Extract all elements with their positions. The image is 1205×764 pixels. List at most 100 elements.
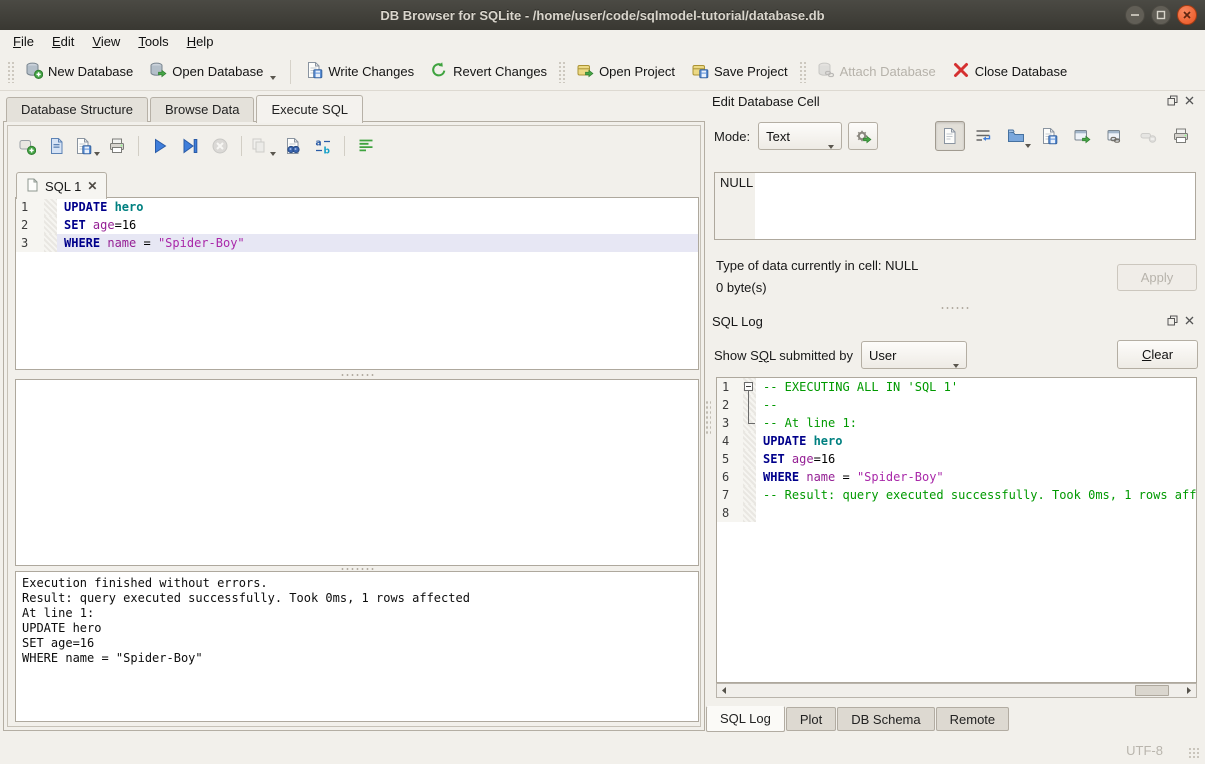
tab-database-structure[interactable]: Database Structure — [6, 97, 148, 122]
splitter-editor-results[interactable] — [15, 372, 699, 378]
svg-text:a: a — [316, 139, 322, 149]
close-dock-icon[interactable] — [1183, 314, 1196, 327]
replace-icon[interactable]: ab — [310, 134, 336, 158]
resize-grip[interactable] — [1188, 747, 1201, 760]
float-dock-icon[interactable] — [1166, 314, 1179, 327]
sql-log-filter-row: Show SQL submitted by User Clear — [714, 340, 1198, 370]
fold-margin[interactable] — [743, 378, 756, 396]
tab-execute-sql[interactable]: Execute SQL — [256, 95, 363, 123]
log-horizontal-scrollbar[interactable] — [716, 683, 1197, 698]
open-sql-file-icon[interactable] — [44, 134, 70, 158]
new-database-icon — [25, 61, 43, 82]
save-results-icon[interactable] — [250, 134, 276, 158]
format-sql-icon[interactable] — [353, 134, 379, 158]
toolbar-handle[interactable] — [799, 61, 806, 83]
chevron-down-icon — [94, 152, 100, 156]
splitter-left-right[interactable] — [705, 400, 711, 434]
toolbar-handle[interactable] — [558, 61, 565, 83]
menu-item-edit[interactable]: Edit — [43, 32, 83, 51]
titlebar: DB Browser for SQLite - /home/user/code/… — [0, 0, 1205, 30]
menu-item-view[interactable]: View — [83, 32, 129, 51]
float-dock-icon[interactable] — [1166, 94, 1179, 107]
bottom-dock-tabs: SQL LogPlotDB SchemaRemote — [706, 707, 1010, 732]
bottom-tab-db-schema[interactable]: DB Schema — [837, 707, 934, 731]
revert-changes-button[interactable]: Revert Changes — [422, 56, 555, 87]
document-icon — [26, 178, 39, 195]
toolbar-button-label: Attach Database — [840, 64, 936, 79]
submitter-select[interactable]: User — [861, 341, 967, 369]
toolbar-separator — [138, 136, 139, 156]
attach-database-button[interactable]: Attach Database — [809, 56, 944, 87]
stop-icon[interactable] — [207, 134, 233, 158]
new-sql-tab-icon[interactable] — [14, 134, 40, 158]
cell-value: NULL — [720, 175, 753, 190]
auto-switch-mode-button[interactable] — [848, 122, 878, 150]
edit-link-icon[interactable] — [1100, 121, 1130, 151]
menu-item-file[interactable]: File — [4, 32, 43, 51]
import-data-icon[interactable] — [1001, 121, 1031, 151]
code-text: UPDATE hero — [57, 198, 698, 216]
save-project-button[interactable]: Save Project — [683, 56, 796, 87]
tab-sql-1[interactable]: SQL 1 ✕ — [16, 172, 107, 199]
bottom-tab-plot[interactable]: Plot — [786, 707, 836, 731]
write-changes-button[interactable]: Write Changes — [297, 56, 422, 87]
splitter-docks[interactable] — [712, 304, 1198, 312]
code-line: 8 — [717, 504, 1196, 522]
execute-all-icon[interactable] — [147, 134, 173, 158]
main-toolbar: New DatabaseOpen Database Write Changes Re… — [0, 53, 1205, 91]
line-number: 4 — [717, 432, 743, 450]
scrollbar-thumb[interactable] — [1135, 685, 1169, 696]
apply-button[interactable]: Apply — [1117, 264, 1197, 291]
new-database-button[interactable]: New Database — [17, 56, 141, 87]
fold-margin[interactable] — [743, 414, 756, 432]
maximize-icon[interactable] — [1151, 5, 1171, 25]
menubar: FileEditViewToolsHelp — [0, 30, 1205, 53]
print-icon[interactable] — [1166, 121, 1196, 151]
sql-log-view: 1-- EXECUTING ALL IN 'SQL 1'2--3-- At li… — [716, 377, 1197, 683]
menu-item-tools[interactable]: Tools — [129, 32, 177, 51]
close-dock-icon[interactable] — [1183, 94, 1196, 107]
fold-margin[interactable] — [743, 396, 756, 414]
line-number: 1 — [16, 198, 44, 216]
toolbar-handle[interactable] — [7, 61, 14, 83]
bottom-tab-sql-log[interactable]: SQL Log — [706, 706, 785, 732]
results-grid[interactable] — [15, 379, 699, 566]
cell-value-editor[interactable]: NULL — [714, 172, 1196, 240]
toolbar-button-label: Close Database — [975, 64, 1068, 79]
open-external-icon[interactable] — [1067, 121, 1097, 151]
revert-changes-icon — [430, 61, 448, 82]
tab-browse-data[interactable]: Browse Data — [150, 97, 254, 122]
mode-select[interactable]: Text — [758, 122, 842, 150]
chevron-down-icon — [1025, 144, 1031, 148]
find-icon[interactable] — [280, 134, 306, 158]
encoding-indicator[interactable]: UTF-8 — [1126, 743, 1163, 758]
cell-mode-row: Mode: Text — [714, 121, 1198, 151]
scroll-right-icon[interactable] — [1182, 684, 1196, 697]
window-title: DB Browser for SQLite - /home/user/code/… — [0, 8, 1205, 23]
toolbar-button-label: Open Project — [599, 64, 675, 79]
clear-button[interactable]: Clear — [1117, 340, 1198, 369]
sql-editor[interactable]: 1UPDATE hero2SET age=163WHERE name = "Sp… — [15, 197, 699, 370]
code-line: 1 UPDATE hero — [16, 198, 698, 216]
toolbar-button-label: Write Changes — [328, 64, 414, 79]
print-icon[interactable] — [104, 134, 130, 158]
close-icon[interactable] — [1177, 5, 1197, 25]
open-database-button[interactable]: Open Database — [141, 56, 284, 87]
minimize-icon[interactable] — [1125, 5, 1145, 25]
fold-margin — [743, 450, 756, 468]
set-null-icon[interactable] — [1133, 121, 1163, 151]
bottom-tab-remote[interactable]: Remote — [936, 707, 1010, 731]
export-data-icon[interactable] — [1034, 121, 1064, 151]
filter-label: Show SQL submitted by — [714, 348, 853, 363]
text-mode-icon[interactable] — [935, 121, 965, 151]
word-wrap-icon[interactable] — [968, 121, 998, 151]
menu-item-help[interactable]: Help — [178, 32, 223, 51]
close-tab-icon[interactable]: ✕ — [87, 179, 97, 193]
close-database-button[interactable]: Close Database — [944, 56, 1076, 87]
save-sql-file-icon[interactable] — [74, 134, 100, 158]
fold-margin — [743, 468, 756, 486]
execute-line-icon[interactable] — [177, 134, 203, 158]
open-project-button[interactable]: Open Project — [568, 56, 683, 87]
attach-database-icon — [817, 61, 835, 82]
scroll-left-icon[interactable] — [717, 684, 731, 697]
